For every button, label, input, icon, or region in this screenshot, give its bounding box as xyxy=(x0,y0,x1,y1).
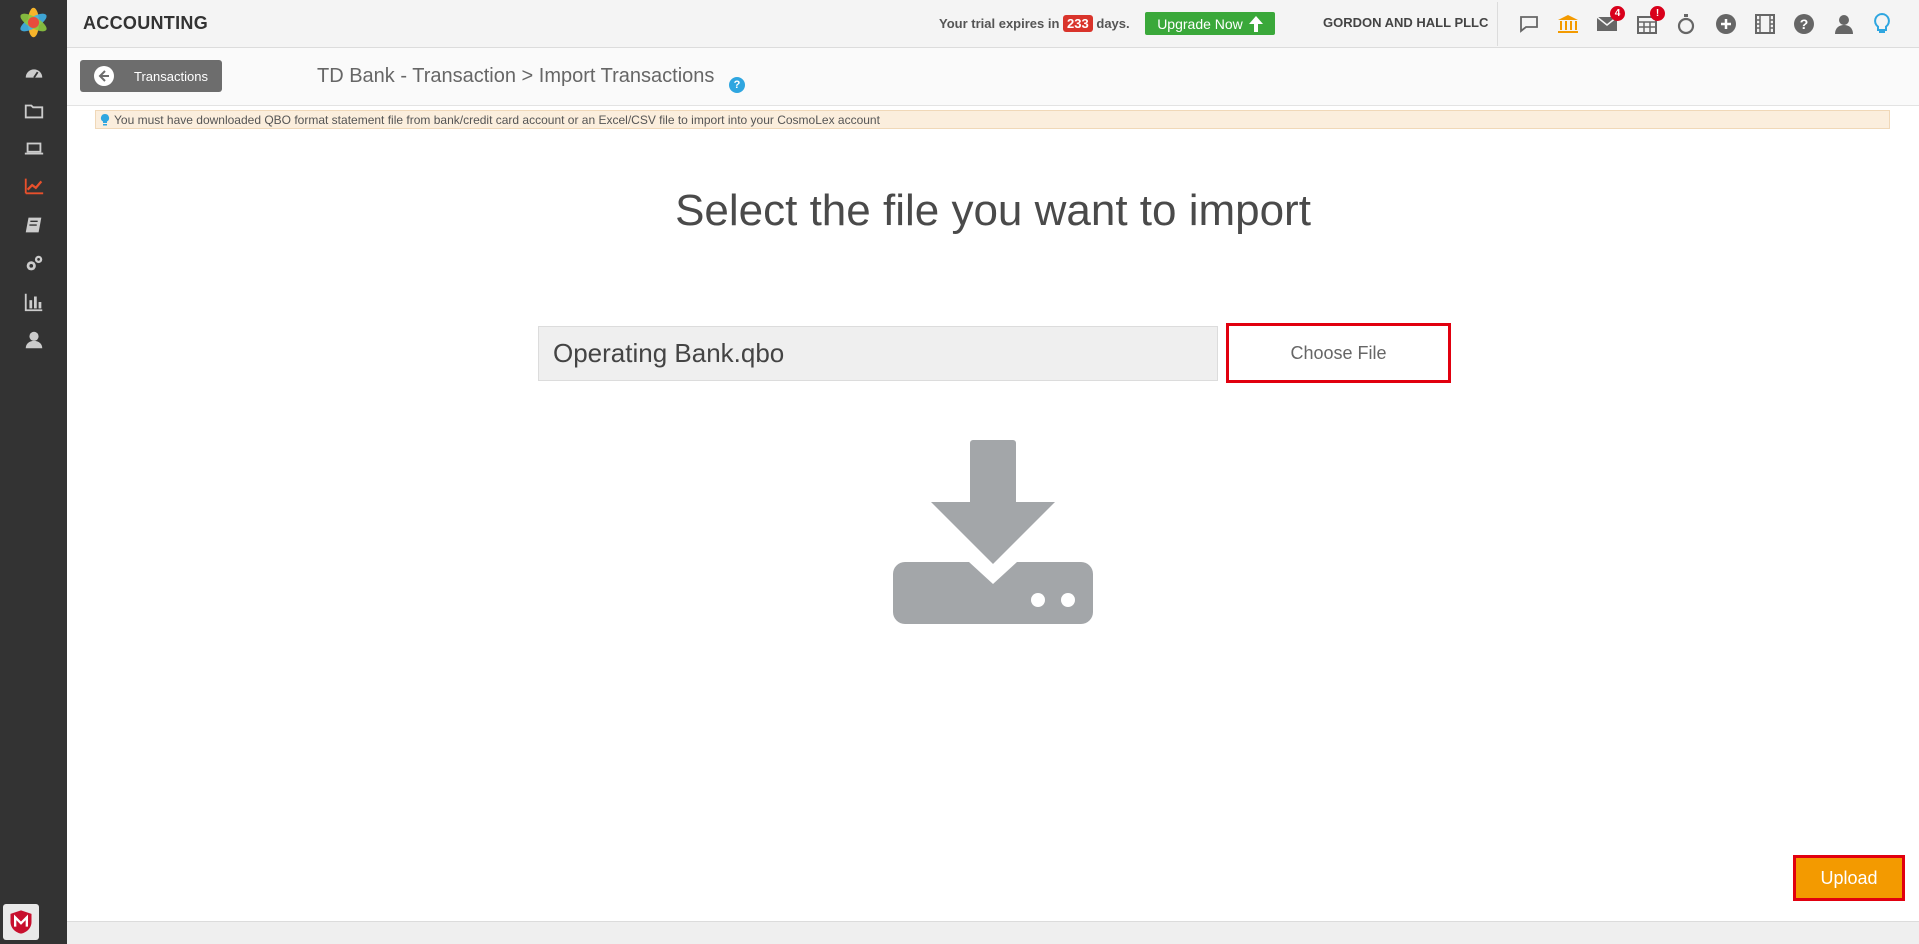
trial-days-badge: 233 xyxy=(1063,15,1093,32)
upgrade-label: Upgrade Now xyxy=(1157,15,1243,32)
info-notice: You must have downloaded QBO format stat… xyxy=(95,110,1890,129)
folder-icon[interactable] xyxy=(20,97,47,124)
chart-line-icon[interactable] xyxy=(20,172,47,199)
film-icon[interactable] xyxy=(1751,10,1779,38)
back-to-transactions-button[interactable]: Transactions xyxy=(80,60,222,92)
left-sidebar xyxy=(0,0,67,944)
breadcrumb: TD Bank - Transaction > Import Transacti… xyxy=(317,65,715,87)
chat-icon[interactable] xyxy=(1515,10,1543,38)
trial-prefix: Your trial expires in xyxy=(939,16,1060,31)
header-divider xyxy=(1497,2,1498,46)
trial-suffix: days. xyxy=(1096,16,1130,31)
svg-text:?: ? xyxy=(1800,16,1809,32)
mcafee-icon[interactable] xyxy=(3,904,39,940)
cosmolex-logo[interactable] xyxy=(15,4,52,41)
calendar-icon[interactable]: ! xyxy=(1633,6,1665,38)
gears-icon[interactable] xyxy=(20,250,47,277)
calendar-badge: ! xyxy=(1650,6,1665,21)
help-icon[interactable]: ? xyxy=(729,77,745,93)
footer-bar xyxy=(67,921,1919,944)
user-icon[interactable] xyxy=(1830,10,1858,38)
notice-text: You must have downloaded QBO format stat… xyxy=(114,112,880,127)
upgrade-now-button[interactable]: Upgrade Now xyxy=(1145,12,1275,35)
page-subheader: Transactions TD Bank - Transaction > Imp… xyxy=(67,48,1919,106)
lightbulb-icon[interactable] xyxy=(1868,10,1896,38)
file-name-field[interactable]: Operating Bank.qbo xyxy=(538,326,1218,381)
mail-icon[interactable]: 4 xyxy=(1593,6,1625,38)
laptop-icon[interactable] xyxy=(20,135,47,162)
download-tray-icon xyxy=(893,440,1093,625)
upload-button[interactable]: Upload xyxy=(1793,855,1905,901)
question-icon[interactable]: ? xyxy=(1790,10,1818,38)
back-button-label: Transactions xyxy=(134,68,208,84)
mail-badge: 4 xyxy=(1610,6,1625,21)
lightbulb-icon xyxy=(100,113,110,125)
app-title: ACCOUNTING xyxy=(83,13,208,33)
choose-file-button[interactable]: Choose File xyxy=(1226,323,1451,383)
stopwatch-icon[interactable] xyxy=(1672,10,1700,38)
arrow-left-icon xyxy=(94,66,114,86)
arrow-up-icon xyxy=(1248,15,1263,32)
book-icon[interactable] xyxy=(20,211,47,238)
top-header: ACCOUNTING Your trial expires in 233 day… xyxy=(67,0,1919,48)
firm-name: GORDON AND HALL PLLC xyxy=(1323,15,1489,30)
dashboard-icon[interactable] xyxy=(20,59,47,86)
bar-chart-icon[interactable] xyxy=(20,288,47,315)
trial-notice: Your trial expires in 233 days. xyxy=(939,15,1130,32)
page-title: Select the file you want to import xyxy=(675,186,1311,235)
user-icon[interactable] xyxy=(20,326,47,353)
plus-circle-icon[interactable] xyxy=(1712,10,1740,38)
bank-icon[interactable] xyxy=(1554,10,1582,38)
